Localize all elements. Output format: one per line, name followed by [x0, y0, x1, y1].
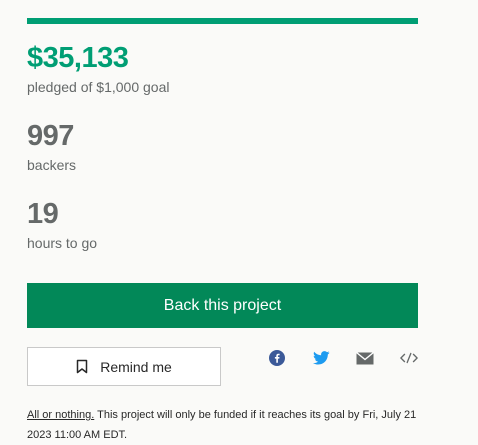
funding-terms-note: All or nothing. This project will only b…: [27, 405, 427, 445]
remind-me-label: Remind me: [100, 358, 172, 375]
pledged-label: pledged of $1,000 goal: [27, 79, 170, 95]
remind-me-button[interactable]: Remind me: [27, 347, 221, 386]
embed-icon[interactable]: [400, 349, 418, 367]
back-project-label: Back this project: [163, 296, 282, 314]
email-icon[interactable]: [356, 349, 374, 367]
pledged-amount: $35,133: [27, 42, 129, 74]
hours-count: 19: [27, 198, 59, 230]
funding-progress-fill: [27, 18, 418, 24]
funding-progress-bar: [27, 18, 418, 24]
twitter-icon[interactable]: [312, 349, 330, 367]
hours-label: hours to go: [27, 235, 98, 251]
facebook-icon[interactable]: [268, 349, 286, 367]
backers-count: 997: [27, 120, 74, 152]
backers-label: backers: [27, 157, 77, 173]
all-or-nothing-link[interactable]: All or nothing.: [27, 409, 94, 421]
bookmark-icon: [76, 359, 88, 374]
back-project-button[interactable]: Back this project: [27, 283, 418, 328]
